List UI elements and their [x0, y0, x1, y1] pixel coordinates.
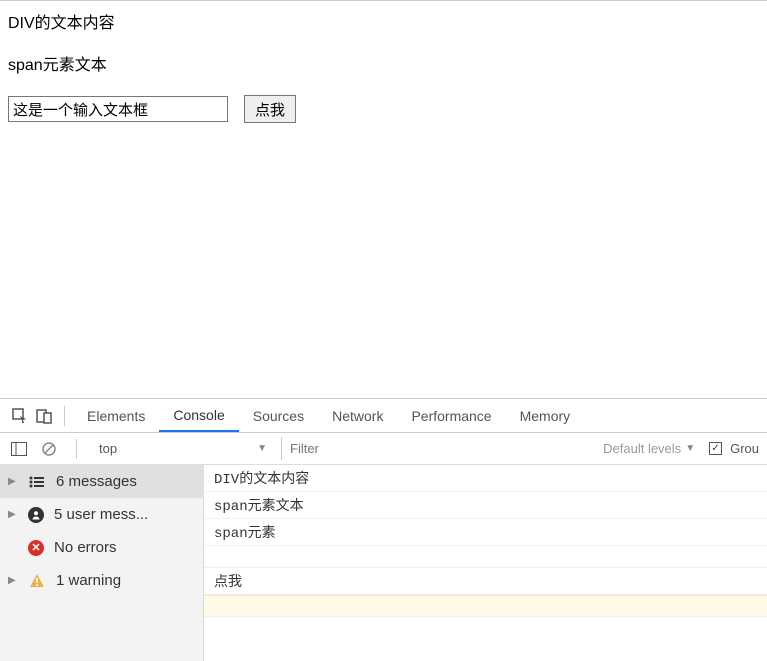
group-checkbox[interactable]: ✓ — [709, 442, 722, 455]
divider — [64, 406, 65, 426]
sidebar-toggle-icon[interactable] — [8, 438, 30, 460]
sidebar-item-user-messages[interactable]: ▶ 5 user mess... — [0, 498, 203, 531]
console-log-area[interactable]: DIV的文本内容 span元素文本 span元素 点我 — [204, 465, 767, 661]
divider — [76, 439, 77, 459]
warning-icon — [28, 572, 46, 590]
expand-icon: ▶ — [8, 476, 18, 487]
console-sidebar: ▶ 6 messages ▶ 5 user mess... ✕ No error… — [0, 465, 204, 661]
chevron-down-icon: ▼ — [257, 443, 267, 454]
list-icon — [28, 473, 46, 491]
console-body: ▶ 6 messages ▶ 5 user mess... ✕ No error… — [0, 465, 767, 661]
tab-console[interactable]: Console — [159, 399, 238, 432]
error-icon: ✕ — [28, 540, 44, 556]
log-line: DIV的文本内容 — [204, 465, 767, 492]
sidebar-item-messages[interactable]: ▶ 6 messages — [0, 465, 203, 498]
page-content: DIV的文本内容 span元素文本 点我 — [0, 0, 767, 398]
log-levels-label: Default levels — [603, 441, 681, 456]
sidebar-item-warnings[interactable]: ▶ 1 warning — [0, 564, 203, 597]
span-text: span元素文本 — [8, 51, 759, 75]
tab-performance[interactable]: Performance — [397, 400, 505, 431]
log-line: 点我 — [204, 568, 767, 595]
device-toolbar-icon[interactable] — [32, 404, 56, 428]
sidebar-item-errors[interactable]: ✕ No errors — [0, 531, 203, 564]
sidebar-messages-label: 6 messages — [56, 473, 137, 490]
filter-input[interactable] — [281, 437, 481, 460]
devtools-tab-bar: Elements Console Sources Network Perform… — [0, 399, 767, 433]
input-row: 点我 — [8, 95, 759, 123]
expand-icon: ▶ — [8, 509, 18, 520]
sidebar-warning-label: 1 warning — [56, 572, 121, 589]
chevron-down-icon: ▼ — [685, 443, 695, 454]
log-line: span元素文本 — [204, 492, 767, 519]
log-line-empty — [204, 546, 767, 568]
clear-console-icon[interactable] — [38, 438, 60, 460]
sidebar-user-messages-label: 5 user mess... — [54, 506, 148, 523]
tab-network[interactable]: Network — [318, 400, 397, 431]
expand-icon: ▶ — [8, 575, 18, 586]
inspect-element-icon[interactable] — [8, 404, 32, 428]
div-text: DIV的文本内容 — [8, 9, 759, 33]
context-label: top — [99, 441, 117, 456]
click-me-button[interactable]: 点我 — [244, 95, 296, 123]
log-line-warning — [204, 595, 767, 617]
log-line: span元素 — [204, 519, 767, 546]
console-toolbar: top ▼ Default levels ▼ ✓ Grou — [0, 433, 767, 465]
user-icon — [28, 507, 44, 523]
context-dropdown[interactable]: top ▼ — [93, 441, 273, 456]
group-label: Grou — [730, 441, 759, 456]
tab-elements[interactable]: Elements — [73, 400, 159, 431]
log-levels-dropdown[interactable]: Default levels ▼ — [603, 441, 695, 456]
devtools-panel: Elements Console Sources Network Perform… — [0, 398, 767, 661]
tab-memory[interactable]: Memory — [506, 400, 585, 431]
tab-sources[interactable]: Sources — [239, 400, 318, 431]
text-input[interactable] — [8, 96, 228, 122]
sidebar-errors-label: No errors — [54, 539, 117, 556]
